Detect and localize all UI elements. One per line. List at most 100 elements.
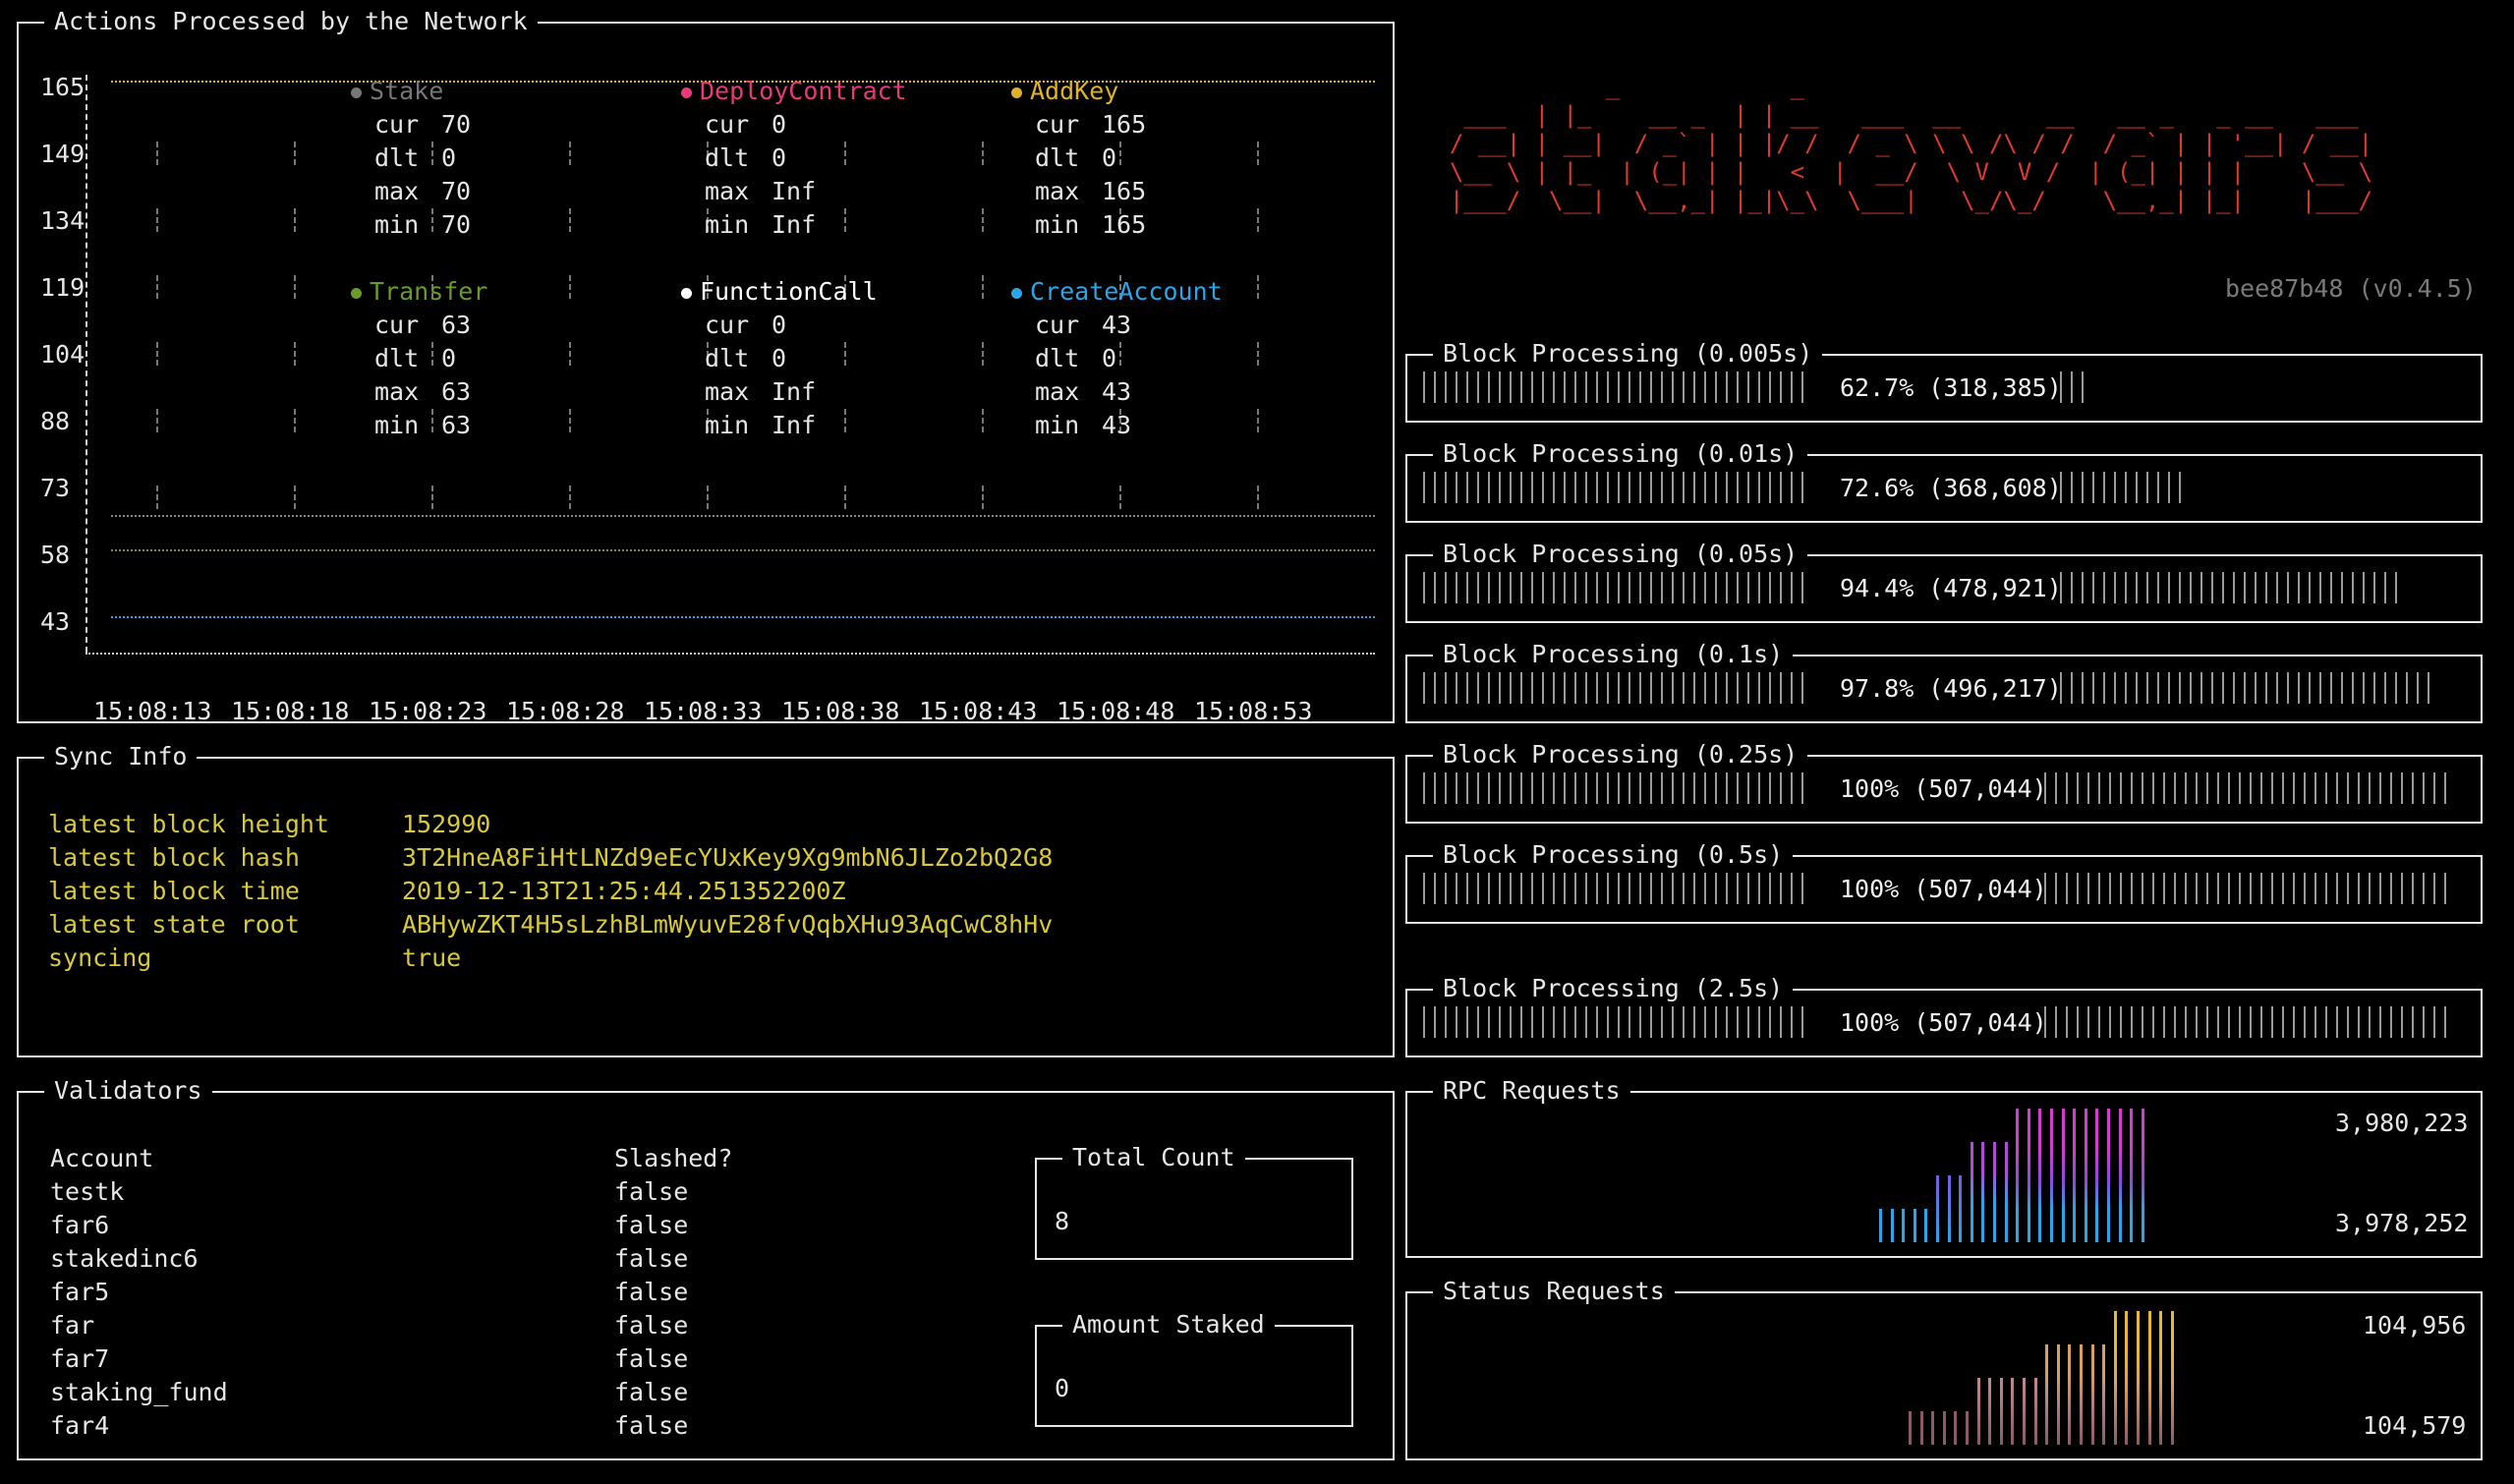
validator-account: far xyxy=(50,1311,95,1340)
x-tick-label: 15:08:18 xyxy=(231,697,350,725)
grid-tick xyxy=(707,485,709,509)
grid-tick xyxy=(1257,485,1259,509)
legend-stat-value: 0 xyxy=(771,143,787,172)
sparkline-bar xyxy=(2114,1311,2117,1445)
x-tick-label: 15:08:53 xyxy=(1194,697,1313,725)
grid-tick xyxy=(431,409,433,432)
amount-staked-box: Amount Staked 0 xyxy=(1035,1309,1353,1427)
legend-series-name: FunctionCall xyxy=(700,277,878,306)
legend-stat-value: 0 xyxy=(1102,344,1117,372)
grid-tick xyxy=(294,342,296,366)
sparkline-bar xyxy=(2148,1311,2151,1445)
legend-stat-value: Inf xyxy=(771,377,817,406)
sync-value: 3T2HneA8FiHtLNZd9eEcYUxKey9Xg9mbN6JLZo2b… xyxy=(402,843,1054,872)
progress-bar-fill xyxy=(1423,873,1806,904)
sync-label: latest state root xyxy=(48,910,300,939)
total-count-box: Total Count 8 xyxy=(1035,1142,1353,1260)
legend-stat-label: max xyxy=(705,177,750,205)
legend-stat-label: min xyxy=(705,210,750,239)
validator-account: far4 xyxy=(50,1411,110,1440)
legend-stat-value: 165 xyxy=(1102,210,1147,239)
grid-tick xyxy=(569,142,571,165)
sparkline-bar xyxy=(2011,1378,2014,1445)
legend-stat-label: dlt xyxy=(705,143,750,172)
legend-stat-value: 0 xyxy=(771,311,787,339)
sparkline-bar xyxy=(1993,1142,1996,1242)
sparkline-bar xyxy=(1936,1175,1939,1242)
progress-bar-fill xyxy=(2060,572,2398,603)
legend-stat-value: 0 xyxy=(771,344,787,372)
validator-slashed: false xyxy=(614,1378,689,1406)
legend-stat-label: cur xyxy=(1035,110,1080,139)
legend-stat-value: Inf xyxy=(771,411,817,439)
progress-label: 100% (507,044) xyxy=(1840,1008,2047,1037)
legend-stat-value: 43 xyxy=(1102,377,1132,406)
col-header-account: Account xyxy=(50,1144,154,1172)
sparkline-bar xyxy=(2142,1109,2144,1242)
legend-stat-label: min xyxy=(1035,210,1080,239)
progress-bar-fill xyxy=(2060,672,2431,704)
sparkline-bar xyxy=(2000,1378,2003,1445)
grid-tick xyxy=(569,342,571,366)
legend-stat-label: min xyxy=(705,411,750,439)
validator-account: far6 xyxy=(50,1211,110,1239)
grid-tick xyxy=(844,409,846,432)
sparkline-bar xyxy=(2062,1109,2065,1242)
legend-dot-icon xyxy=(351,86,362,98)
sync-label: latest block height xyxy=(48,810,329,838)
block-processing-title: Block Processing (0.05s) xyxy=(1433,539,1808,570)
y-tick-label: 165 xyxy=(40,73,86,101)
sparkline-bar xyxy=(1988,1378,1991,1445)
sparkline-bar xyxy=(2045,1344,2048,1445)
legend-stat-label: max xyxy=(1035,377,1080,406)
grid-tick xyxy=(844,342,846,366)
y-tick-label: 149 xyxy=(40,140,86,168)
progress-label: 72.6% (368,608) xyxy=(1840,474,2062,502)
sync-info-title: Sync Info xyxy=(44,741,198,772)
grid-tick xyxy=(431,485,433,509)
grid-tick xyxy=(156,485,158,509)
legend-stat-value: 63 xyxy=(441,377,472,406)
legend-dot-icon xyxy=(681,86,692,98)
progress-label: 100% (507,044) xyxy=(1840,875,2047,903)
sparkline-bar xyxy=(1943,1411,1946,1445)
x-tick-label: 15:08:13 xyxy=(93,697,212,725)
block-processing-panel: Block Processing (0.25s) 100% (507,044) xyxy=(1405,739,2483,824)
sparkline-bar xyxy=(2091,1344,2094,1445)
sparkline-bar xyxy=(2159,1311,2162,1445)
actions-panel: Actions Processed by the Network 165 149… xyxy=(17,6,1395,725)
sparkline-bar xyxy=(2171,1311,2174,1445)
grid-tick xyxy=(294,208,296,232)
block-processing-panel: Block Processing (0.01s) 72.6% (368,608) xyxy=(1405,438,2483,523)
grid-tick xyxy=(294,142,296,165)
logo-ascii-art: _ _ ___ | |_ __ _ | | __ ___ __ __ __ _ … xyxy=(1449,73,2373,214)
grid-tick xyxy=(294,485,296,509)
col-header-slashed: Slashed? xyxy=(614,1144,733,1172)
legend-stat-label: dlt xyxy=(705,344,750,372)
legend-stat-value: 43 xyxy=(1102,311,1132,339)
validator-slashed: false xyxy=(614,1411,689,1440)
grid-tick xyxy=(156,208,158,232)
rpc-requests-title: RPC Requests xyxy=(1433,1075,1630,1107)
progress-bar-fill xyxy=(1423,772,1806,804)
sparkline-bar xyxy=(2125,1311,2128,1445)
sparkline-bar xyxy=(2057,1344,2060,1445)
sparkline-bar xyxy=(2068,1344,2071,1445)
sparkline-bar xyxy=(1966,1411,1969,1445)
sparkline-bar xyxy=(1954,1411,1957,1445)
x-tick-label: 15:08:33 xyxy=(644,697,763,725)
grid-tick xyxy=(431,208,433,232)
legend-stat-label: min xyxy=(374,210,420,239)
sparkline-bar xyxy=(2102,1344,2105,1445)
y-tick-label: 104 xyxy=(40,340,86,369)
progress-bar-fill xyxy=(2060,472,2184,503)
x-tick-label: 15:08:43 xyxy=(919,697,1038,725)
legend-stat-value: 0 xyxy=(1102,143,1117,172)
sparkline-bar xyxy=(1909,1411,1912,1445)
y-tick-label: 119 xyxy=(40,273,86,302)
sparkline-bar xyxy=(2038,1109,2041,1242)
sparkline-bar xyxy=(2034,1378,2037,1445)
total-count-value: 8 xyxy=(1055,1207,1070,1235)
progress-label: 97.8% (496,217) xyxy=(1840,674,2062,703)
x-tick-label: 15:08:23 xyxy=(369,697,487,725)
